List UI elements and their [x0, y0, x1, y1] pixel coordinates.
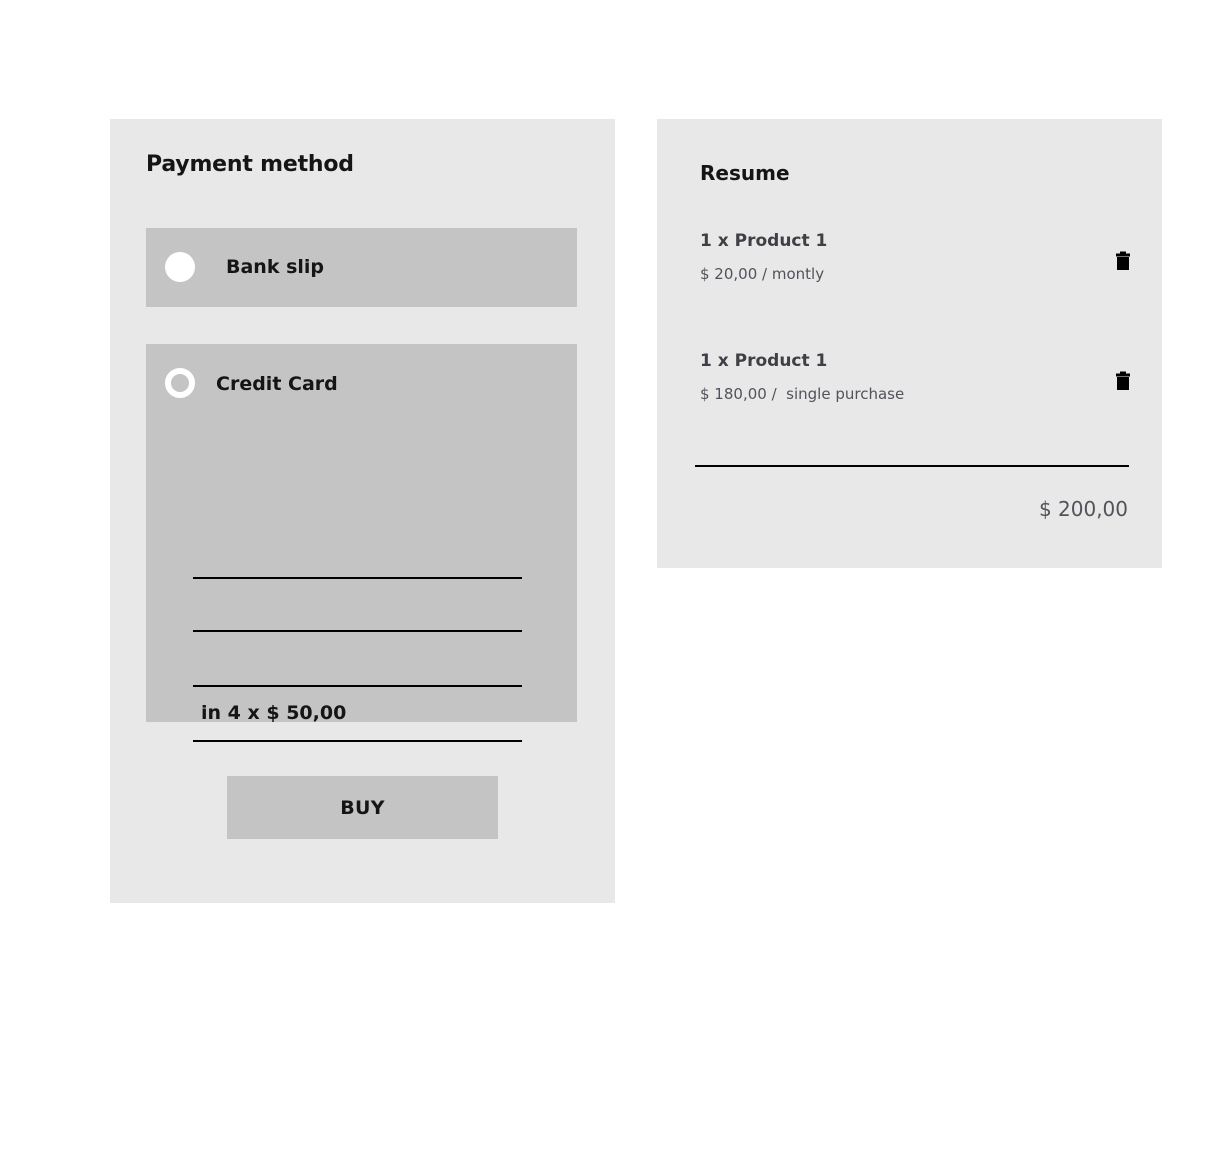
- buy-button-label: BUY: [340, 796, 385, 819]
- payment-method-title: Payment method: [146, 152, 354, 177]
- resume-panel: Resume 1 x Product 1 $ 20,00 / montly 1 …: [657, 119, 1162, 568]
- checkout-screen: Payment method Bank slip Credit Card in …: [0, 0, 1230, 1176]
- resume-title: Resume: [700, 161, 790, 185]
- credit-card-input-2[interactable]: [193, 630, 522, 632]
- payment-option-label-bank-slip: Bank slip: [226, 256, 325, 278]
- payment-option-label-credit-card: Credit Card: [216, 373, 338, 395]
- resume-item-name: 1 x Product 1: [700, 231, 828, 251]
- credit-card-input-1[interactable]: [193, 577, 522, 579]
- payment-method-panel: Payment method Bank slip Credit Card in …: [110, 119, 615, 903]
- delete-item-button-0[interactable]: [1112, 251, 1134, 275]
- resume-divider: [695, 465, 1129, 467]
- resume-total-amount: $ 200,00: [1038, 497, 1128, 521]
- credit-card-installments-input[interactable]: [193, 740, 522, 742]
- resume-list-item: 1 x Product 1 $ 20,00 / montly: [700, 229, 1134, 284]
- trash-icon: [1116, 371, 1130, 390]
- radio-credit-card[interactable]: [165, 368, 195, 398]
- resume-item-price: $ 20,00 / montly: [700, 265, 825, 283]
- radio-bank-slip[interactable]: [165, 252, 195, 282]
- resume-list-item: 1 x Product 1 $ 180,00 / single purchase: [700, 349, 1134, 404]
- credit-card-installments-value: in 4 x $ 50,00: [201, 702, 347, 724]
- resume-item-price: $ 180,00 / single purchase: [700, 385, 905, 403]
- payment-option-bank-slip[interactable]: Bank slip: [146, 228, 577, 307]
- trash-icon: [1116, 251, 1130, 270]
- delete-item-button-1[interactable]: [1112, 371, 1134, 395]
- resume-item-name: 1 x Product 1: [700, 351, 828, 371]
- buy-button[interactable]: BUY: [227, 776, 498, 839]
- payment-option-credit-card[interactable]: Credit Card in 4 x $ 50,00: [146, 344, 577, 742]
- credit-card-input-3[interactable]: [193, 685, 522, 687]
